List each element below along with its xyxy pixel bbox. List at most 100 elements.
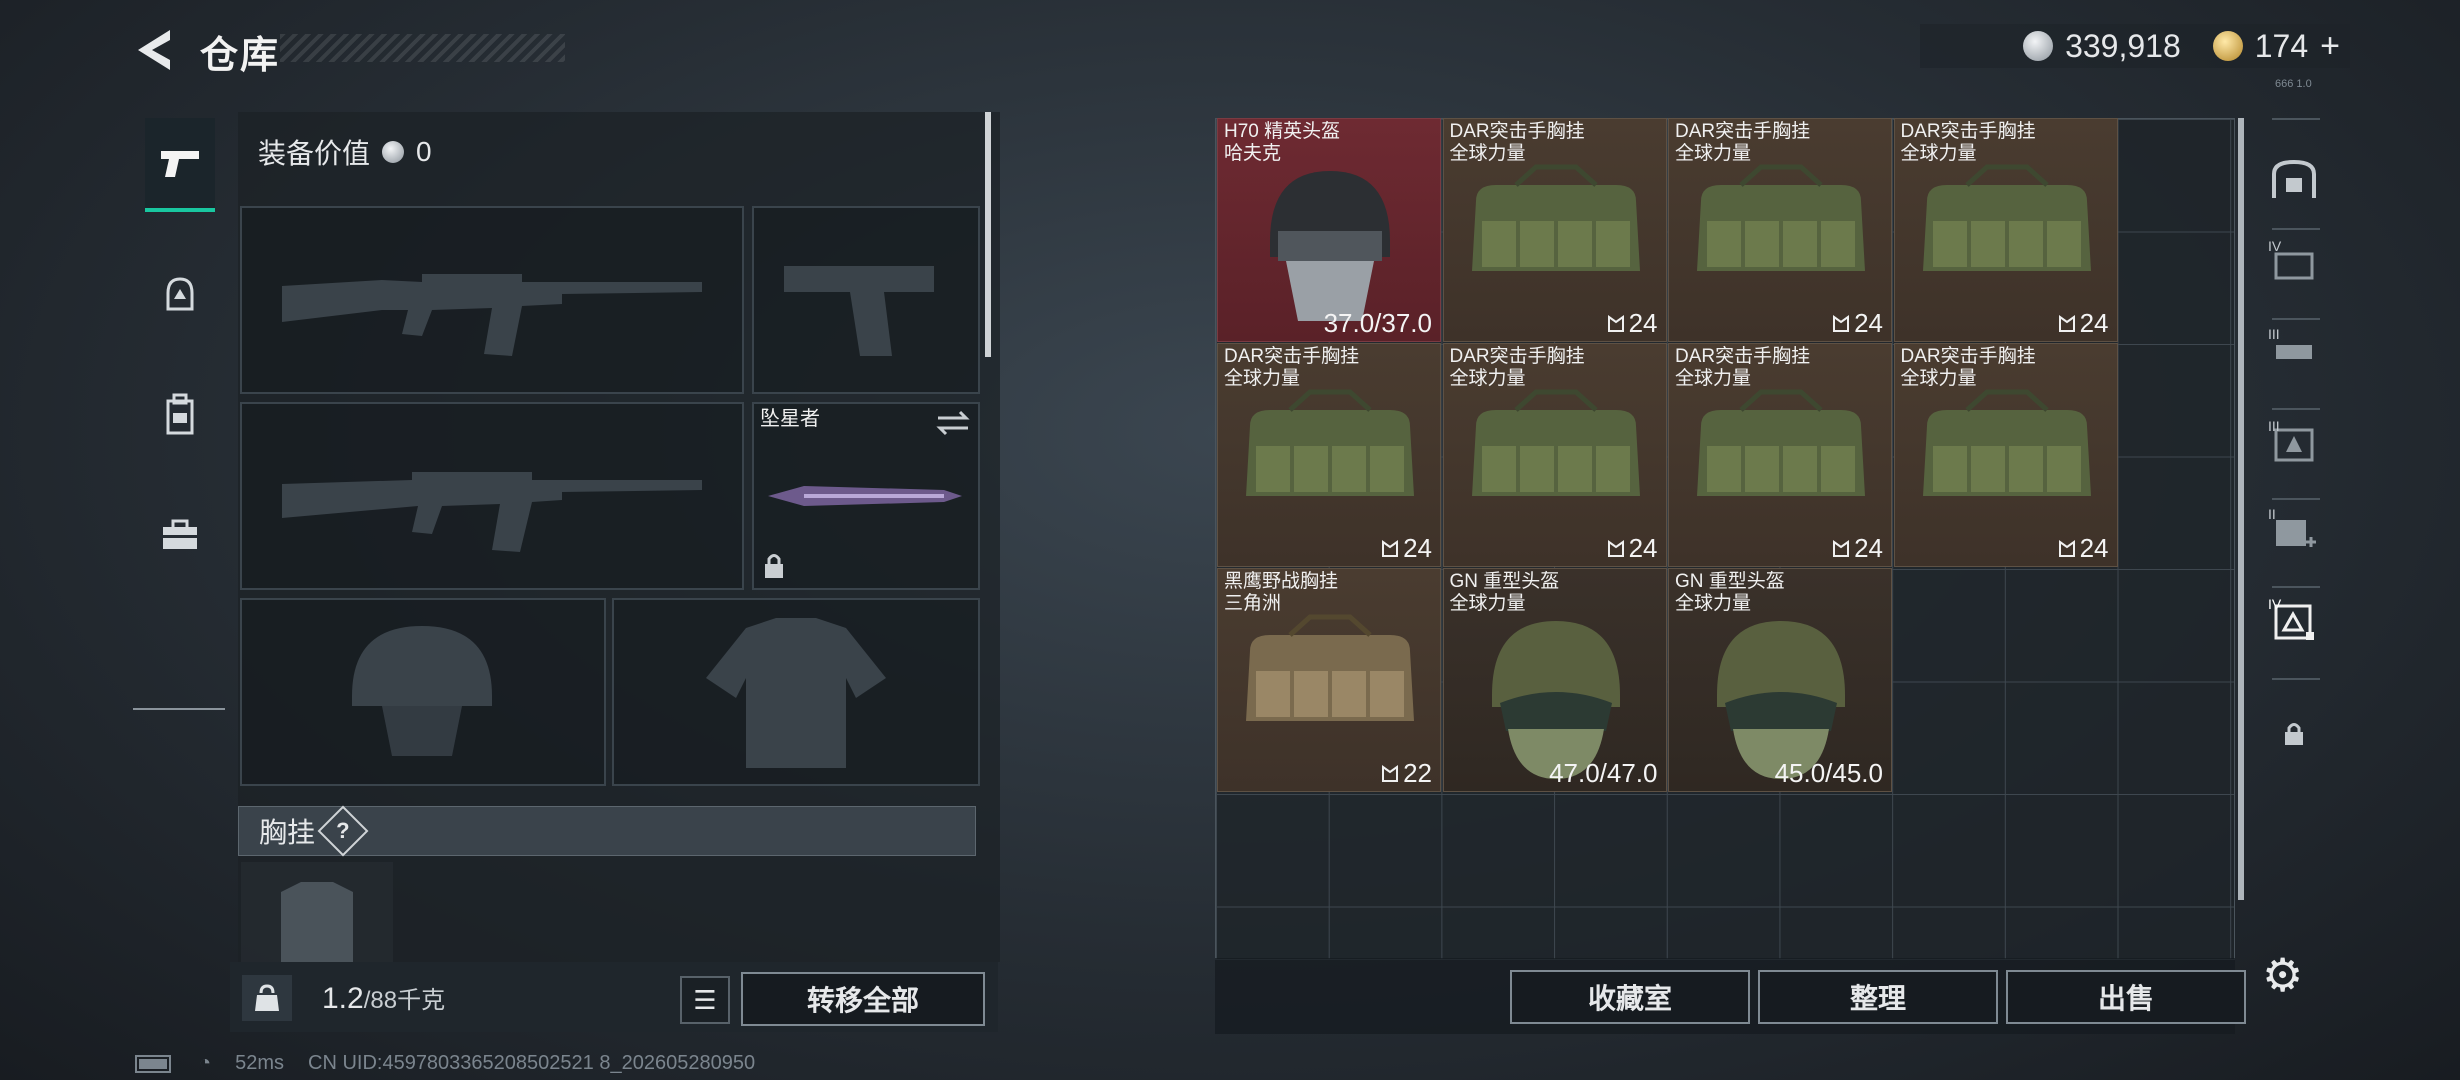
- rail-label-2: III: [2268, 326, 2280, 342]
- helmet-silhouette: [352, 626, 492, 756]
- equip-value: 装备价值 0: [258, 132, 432, 172]
- equip-value-amount: 0: [416, 136, 432, 167]
- battery-icon: [135, 1054, 171, 1073]
- melee-slot[interactable]: 坠星者: [752, 402, 980, 590]
- rail-divider: [2272, 408, 2320, 410]
- currency-bar: 339,918 174 +: [1920, 24, 2350, 68]
- loadout-scrollbar[interactable]: [985, 112, 991, 357]
- durability-badge-icon: [2058, 539, 2075, 557]
- version-tag: 666 1.0: [2275, 78, 2312, 90]
- rail-case-iv[interactable]: IV: [2268, 238, 2320, 290]
- transfer-all-button[interactable]: 转移全部: [741, 972, 985, 1026]
- chest-rig-art: [1697, 389, 1865, 496]
- title-stripe: [280, 34, 565, 62]
- chest-rig-art: [1922, 164, 2091, 271]
- chest-rig-art: [1246, 614, 1414, 721]
- helmet-slot[interactable]: [240, 598, 606, 786]
- storage-item[interactable]: H70 精英头盔 哈夫克 37.0/37.0: [1217, 118, 1441, 342]
- item-value: 24: [2058, 308, 2109, 339]
- value-coin-icon: [382, 141, 405, 163]
- storage-item[interactable]: DAR突击手胸挂 全球力量 24: [1668, 118, 1892, 342]
- sell-button[interactable]: 出售: [2006, 970, 2246, 1024]
- item-value: 24: [2058, 533, 2109, 564]
- item-value: 24: [1832, 308, 1883, 339]
- item-name: DAR突击手胸挂 全球力量: [1675, 346, 1811, 389]
- storage-item[interactable]: DAR突击手胸挂 全球力量 24: [1893, 118, 2118, 342]
- item-name: DAR突击手胸挂 全球力量: [1675, 121, 1811, 164]
- toolbox-tab-icon: [163, 519, 197, 549]
- chest-rig-slot[interactable]: [241, 862, 393, 962]
- armor-slot[interactable]: [612, 598, 980, 786]
- gold-amount: 174: [2254, 27, 2309, 64]
- rail-label-5: IV: [2268, 596, 2282, 612]
- rail-case-iv-active[interactable]: IV: [2268, 596, 2320, 648]
- item-value: 24: [1607, 308, 1658, 339]
- silver-coin-icon: [2023, 31, 2054, 61]
- backpack-tab-icon: [166, 393, 194, 435]
- rifle-silhouette-2: [282, 472, 702, 552]
- storage-item[interactable]: GN 重型头盔 全球力量 45.0/45.0: [1668, 568, 1892, 792]
- sort-button[interactable]: 整理: [1758, 970, 1998, 1024]
- add-gold-button[interactable]: +: [2320, 27, 2340, 66]
- sidearm-slot[interactable]: [752, 206, 980, 394]
- rail-divider: [2272, 678, 2320, 680]
- storage-scrollbar[interactable]: [2238, 118, 2244, 900]
- item-name: DAR突击手胸挂 全球力量: [1449, 346, 1585, 389]
- collection-room-button[interactable]: 收藏室: [1510, 970, 1750, 1024]
- melee-name: 坠星者: [760, 408, 820, 430]
- list-view-button[interactable]: ☰: [680, 976, 730, 1024]
- settings-gear-icon[interactable]: ⚙: [2262, 948, 2303, 1002]
- tab-medkit[interactable]: [145, 490, 215, 580]
- rail-case-iii-a[interactable]: III: [2268, 326, 2320, 378]
- wifi-icon: ◔: [199, 1052, 212, 1074]
- rail-divider: [2272, 118, 2320, 120]
- vault-icon: [2272, 159, 2316, 198]
- storage-item[interactable]: DAR突击手胸挂 全球力量 24: [1893, 343, 2118, 567]
- item-value: 24: [1832, 533, 1883, 564]
- item-name: H70 精英头盔 哈夫克: [1224, 121, 1341, 164]
- chest-rig-label: 胸挂: [259, 817, 316, 848]
- storage-item[interactable]: DAR突击手胸挂 全球力量 24: [1442, 343, 1667, 567]
- status-bar: ◔ 52ms CN UID:4597803365208502521 8_2026…: [135, 1052, 755, 1075]
- storage-item[interactable]: 黑鹰野战胸挂 三角洲 22: [1217, 568, 1441, 792]
- item-name: GN 重型头盔 全球力量: [1449, 571, 1560, 614]
- help-button[interactable]: ?: [317, 805, 369, 857]
- tab-backpack[interactable]: [145, 370, 215, 460]
- rail-locked-slot[interactable]: [2268, 708, 2320, 760]
- weight-current: 1.2: [322, 982, 364, 1015]
- rail-case-iii-b[interactable]: III: [2268, 418, 2320, 470]
- item-name: DAR突击手胸挂 全球力量: [1224, 346, 1360, 389]
- back-button[interactable]: [130, 26, 182, 74]
- tab-weapons[interactable]: [145, 118, 215, 212]
- storage-item[interactable]: DAR突击手胸挂 全球力量 24: [1668, 343, 1892, 567]
- rail-safe-icon[interactable]: [2268, 154, 2320, 206]
- storage-item[interactable]: GN 重型头盔 全球力量 47.0/47.0: [1442, 568, 1667, 792]
- helmet-art: [1270, 171, 1390, 321]
- chest-rig-header: 胸挂 ?: [238, 805, 976, 857]
- pistol-silhouette: [784, 266, 934, 356]
- rail-divider: [2272, 318, 2320, 320]
- primary-weapon-slot[interactable]: [240, 206, 744, 394]
- tab-helmet[interactable]: [145, 250, 215, 340]
- kettlebell-icon: [255, 984, 279, 1011]
- storage-rail: IV III III II IV: [2250, 118, 2328, 918]
- rail-label-4: II: [2268, 506, 2276, 522]
- storage-item[interactable]: DAR突击手胸挂 全球力量 24: [1217, 343, 1441, 567]
- gold-coin-icon: [2212, 31, 2243, 61]
- swap-icon[interactable]: [936, 410, 970, 436]
- chest-rig-art: [1246, 389, 1414, 496]
- tab-divider: [133, 708, 225, 710]
- rail-divider: [2272, 228, 2320, 230]
- list-icon: ☰: [693, 984, 717, 1015]
- armor-silhouette: [706, 618, 886, 768]
- durability-badge-icon: [1607, 539, 1624, 557]
- item-value: 24: [1381, 533, 1432, 564]
- durability-badge-icon: [1382, 539, 1399, 557]
- secondary-weapon-slot[interactable]: [240, 402, 744, 590]
- ping: 52ms: [235, 1052, 284, 1074]
- rail-case-ii[interactable]: II: [2268, 506, 2320, 558]
- weight-icon: [242, 975, 292, 1021]
- storage-item[interactable]: DAR突击手胸挂 全球力量 24: [1442, 118, 1667, 342]
- item-value: 22: [1381, 758, 1432, 789]
- item-value: 24: [1607, 533, 1658, 564]
